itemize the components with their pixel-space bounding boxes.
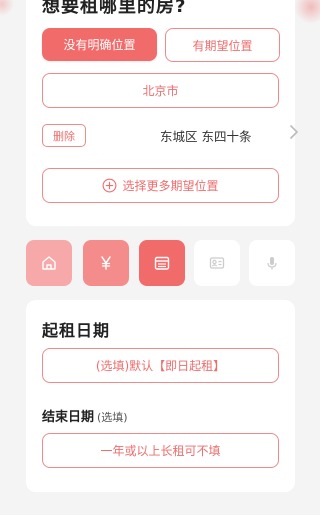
step-date[interactable] — [139, 240, 185, 286]
delete-location-button[interactable]: 删除 — [42, 124, 86, 147]
chevron-right-icon[interactable] — [288, 124, 300, 140]
end-date-heading-label: 结束日期 — [42, 410, 95, 425]
id-card-icon — [209, 257, 225, 269]
microphone-icon — [267, 257, 277, 270]
location-heading: 想要租哪里的房? — [42, 0, 187, 17]
calendar-icon — [154, 256, 170, 270]
home-icon — [42, 256, 56, 270]
has-expected-location-button[interactable]: 有期望位置 — [165, 28, 280, 62]
end-date-field[interactable]: 一年或以上长租可不填 — [42, 433, 279, 468]
decorative-glow-right — [294, 0, 320, 24]
add-more-label: 选择更多期望位置 — [122, 179, 219, 193]
start-date-field[interactable]: (选填)默认【即日起租】 — [42, 348, 279, 383]
no-specific-location-button[interactable]: 没有明确位置 — [42, 28, 157, 61]
decorative-glow-left — [0, 0, 14, 16]
end-date-heading: 结束日期 (选填) — [42, 406, 128, 425]
yen-icon — [101, 256, 111, 270]
plus-circle-icon — [103, 178, 117, 193]
add-more-locations-button[interactable]: 选择更多期望位置 — [42, 168, 279, 203]
district-label[interactable]: 东城区 东四十条 — [160, 126, 251, 145]
step-voice[interactable] — [249, 240, 295, 286]
step-budget[interactable] — [83, 240, 129, 286]
date-card: 起租日期 (选填)默认【即日起租】 结束日期 (选填) 一年或以上长租可不填 — [26, 300, 295, 492]
step-home[interactable] — [26, 240, 72, 286]
start-date-heading: 起租日期 — [42, 321, 111, 340]
page: 想要租哪里的房? 没有明确位置 有期望位置 北京市 删除 东城区 东四十条 选择… — [0, 0, 320, 515]
location-card: 想要租哪里的房? 没有明确位置 有期望位置 北京市 删除 东城区 东四十条 选择… — [26, 0, 298, 226]
city-selector[interactable]: 北京市 — [42, 73, 279, 108]
end-date-optional-label: (选填) — [97, 411, 128, 424]
step-identity[interactable] — [194, 240, 240, 286]
